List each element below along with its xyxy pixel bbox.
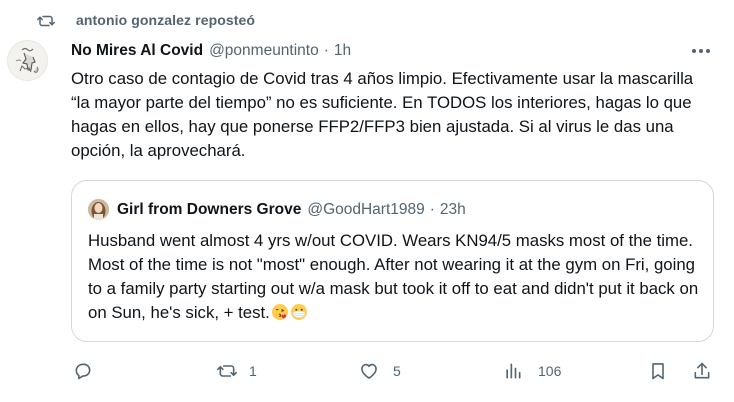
- quoted-timestamp: 23h: [439, 201, 466, 218]
- bookmark-icon: [648, 360, 668, 382]
- heart-icon: [359, 361, 379, 381]
- views-count: 106: [538, 363, 562, 379]
- face-with-medical-mask-emoji: [290, 303, 308, 321]
- quoted-tweet-header: Girl from Downers Grove @GoodHart1989 · …: [117, 200, 466, 220]
- repost-indicator-icon: [35, 11, 57, 31]
- quoted-header-separator: ·: [429, 201, 435, 218]
- repost-button[interactable]: 1: [216, 357, 257, 385]
- share-button[interactable]: [692, 357, 712, 385]
- repost-count: 1: [249, 363, 257, 379]
- quoted-author-handle: @GoodHart1989: [307, 201, 425, 218]
- tweet-header: No Mires Al Covid @ponmeuntinto · 1h: [71, 41, 351, 61]
- tweet-text: Otro caso de contagio de Covid tras 4 añ…: [71, 69, 694, 160]
- share-icon: [692, 360, 712, 382]
- quoted-tweet-text: Husband went almost 4 yrs w/out COVID. W…: [88, 229, 708, 325]
- views-chart-icon: [503, 361, 523, 381]
- views-button[interactable]: 106: [503, 357, 561, 385]
- header-separator: ·: [323, 42, 329, 59]
- more-options-icon[interactable]: [688, 42, 714, 60]
- quoted-author-avatar: [88, 199, 109, 220]
- tweet-action-bar: 1 5 106: [0, 357, 734, 385]
- like-count: 5: [393, 363, 401, 379]
- like-button[interactable]: 5: [359, 357, 401, 385]
- reply-icon: [73, 361, 93, 381]
- author-avatar[interactable]: [7, 40, 48, 81]
- reply-button[interactable]: [73, 357, 103, 385]
- quoted-author-name: Girl from Downers Grove: [117, 201, 302, 218]
- quoted-tweet-card[interactable]: Girl from Downers Grove @GoodHart1989 · …: [71, 180, 714, 342]
- face-blowing-kiss-emoji: [271, 303, 289, 321]
- author-handle[interactable]: @ponmeuntinto: [209, 42, 319, 60]
- bookmark-button[interactable]: [648, 357, 668, 385]
- quoted-tweet-body: Husband went almost 4 yrs w/out COVID. W…: [88, 231, 699, 322]
- repost-icon: [216, 361, 238, 381]
- repost-attribution[interactable]: antonio gonzalez reposteó: [76, 11, 255, 29]
- tweet-timestamp[interactable]: 1h: [334, 42, 351, 60]
- author-name[interactable]: No Mires Al Covid: [71, 42, 203, 60]
